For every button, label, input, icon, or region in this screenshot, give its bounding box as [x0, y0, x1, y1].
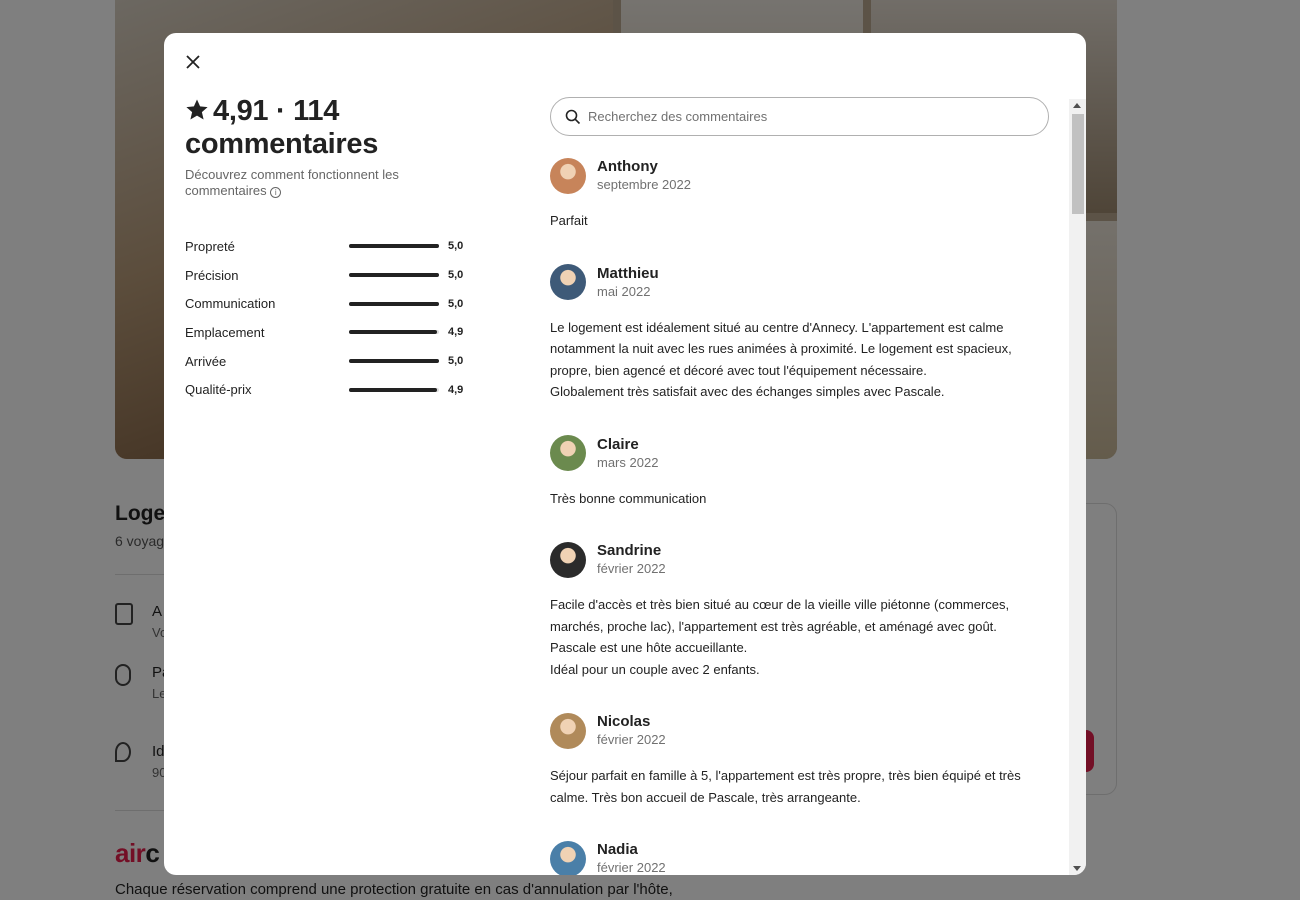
- reviews-modal: 4,91 · 114 commentaires Découvrez commen…: [164, 33, 1086, 875]
- reviewer-name: Nicolas: [597, 713, 651, 730]
- category-value: 5,0: [448, 355, 464, 368]
- category-bar: [349, 330, 439, 335]
- review-item: Nadia février 2022: [550, 840, 1070, 875]
- category-label: Emplacement: [185, 324, 265, 340]
- overall-rating: 4,91: [213, 95, 269, 127]
- category-bar: [349, 273, 439, 278]
- category-bar: [349, 387, 439, 392]
- close-icon: [186, 55, 200, 69]
- review-date: février 2022: [597, 860, 666, 875]
- category-bar-fill: [349, 330, 438, 335]
- category-label: Qualité-prix: [185, 382, 252, 398]
- review-header: Claire mars 2022: [550, 435, 1070, 472]
- review-header: Matthieu mai 2022: [550, 264, 1070, 301]
- category-label: Précision: [185, 267, 239, 283]
- category-bar-fill: [349, 359, 439, 364]
- rating-summary: 4,91 · 114 commentaires Découvrez commen…: [185, 95, 475, 404]
- category-rating-row: Communication 5,0: [185, 289, 475, 318]
- review-header: Nicolas février 2022: [550, 712, 1070, 749]
- rating-heading: 4,91 · 114 commentaires: [185, 95, 475, 161]
- scroll-up-arrow[interactable]: [1073, 103, 1081, 108]
- review-date: février 2022: [597, 732, 666, 747]
- reviewer-name: Claire: [597, 435, 639, 453]
- scrollbar[interactable]: [1069, 99, 1086, 875]
- review-item: Claire mars 2022 Très bonne communication: [550, 435, 1070, 510]
- category-label: Propreté: [185, 238, 235, 254]
- category-rating-row: Précision 5,0: [185, 261, 475, 290]
- avatar[interactable]: [550, 541, 586, 578]
- category-label: Arrivée: [185, 353, 227, 369]
- review-item: Sandrine février 2022 Facile d'accès et tr…: [550, 541, 1070, 680]
- avatar[interactable]: [550, 157, 586, 194]
- avatar[interactable]: [550, 712, 586, 749]
- category-rating-row: Arrivée 5,0: [185, 347, 475, 376]
- review-item: Matthieu mai 2022 Le logement est idéaleme…: [550, 264, 1070, 403]
- how-reviews-work-link[interactable]: Découvrez comment fonctionnent les comme…: [185, 167, 425, 199]
- review-header: Nadia février 2022: [550, 840, 1070, 875]
- review-date: mars 2022: [597, 454, 659, 470]
- review-text: Parfait: [550, 213, 588, 228]
- category-rating-row: Propreté 5,0: [185, 232, 475, 261]
- category-bar-fill: [349, 301, 439, 306]
- reviewer-name: Nadia: [597, 841, 638, 858]
- star-icon: [186, 99, 208, 120]
- category-bar: [349, 359, 439, 364]
- review-list: Anthony septembre 2022 Parfait Matthieu mai …: [550, 157, 1070, 875]
- reviews-panel: Anthony septembre 2022 Parfait Matthieumai …: [550, 97, 1070, 875]
- category-value: 4,9: [448, 326, 464, 339]
- category-bar: [349, 244, 439, 249]
- category-value: 5,0: [448, 240, 464, 253]
- search-reviews-input[interactable]: [588, 109, 1028, 124]
- search-reviews-box[interactable]: [550, 97, 1049, 136]
- category-bar-fill: [349, 244, 439, 249]
- review-date: septembre 2022: [597, 177, 691, 192]
- reviewer-name: Sandrine: [597, 542, 662, 559]
- review-item: Anthony septembre 2022 Parfait: [550, 157, 1070, 232]
- scrollbar-thumb[interactable]: [1072, 114, 1084, 214]
- review-date: février 2022: [597, 561, 666, 576]
- category-label: Communication: [185, 296, 276, 312]
- review-text: Très bonne communication: [550, 490, 707, 506]
- category-ratings: Propreté 5,0 Précision 5,0 Communication 5,0 E…: [185, 232, 475, 404]
- avatar[interactable]: [550, 840, 586, 875]
- reviewer-name: Anthony: [597, 158, 658, 175]
- scroll-down-arrow[interactable]: [1073, 866, 1081, 871]
- search-icon: [565, 109, 581, 124]
- category-value: 4,9: [448, 383, 464, 396]
- category-rating-row: Emplacement 4,9: [185, 318, 475, 347]
- category-bar: [349, 301, 439, 306]
- review-text: Le logement est idéalement situé au cent…: [550, 319, 1012, 400]
- category-rating-row: Qualité-prix 4,9: [185, 375, 475, 404]
- review-item: Nicolas février 2022 Séjour parfait en fam…: [550, 712, 1070, 808]
- review-text: Séjour parfait en famille à 5, l'apparte…: [550, 768, 1021, 805]
- reviewer-name: Matthieu: [597, 264, 659, 282]
- info-icon: i: [270, 187, 282, 198]
- rating-separator: ·: [276, 95, 286, 127]
- close-button[interactable]: [178, 47, 208, 77]
- category-value: 5,0: [448, 269, 464, 282]
- review-header: Anthony septembre 2022: [550, 157, 1070, 194]
- avatar[interactable]: [550, 264, 586, 300]
- avatar[interactable]: [550, 435, 586, 471]
- category-value: 5,0: [448, 297, 464, 310]
- review-text: Facile d'accès et très bien situé au cœu…: [550, 597, 1010, 677]
- category-bar-fill: [349, 273, 439, 278]
- review-header: Sandrine février 2022: [550, 541, 1070, 578]
- review-date: mai 2022: [597, 283, 651, 299]
- category-bar-fill: [349, 387, 438, 392]
